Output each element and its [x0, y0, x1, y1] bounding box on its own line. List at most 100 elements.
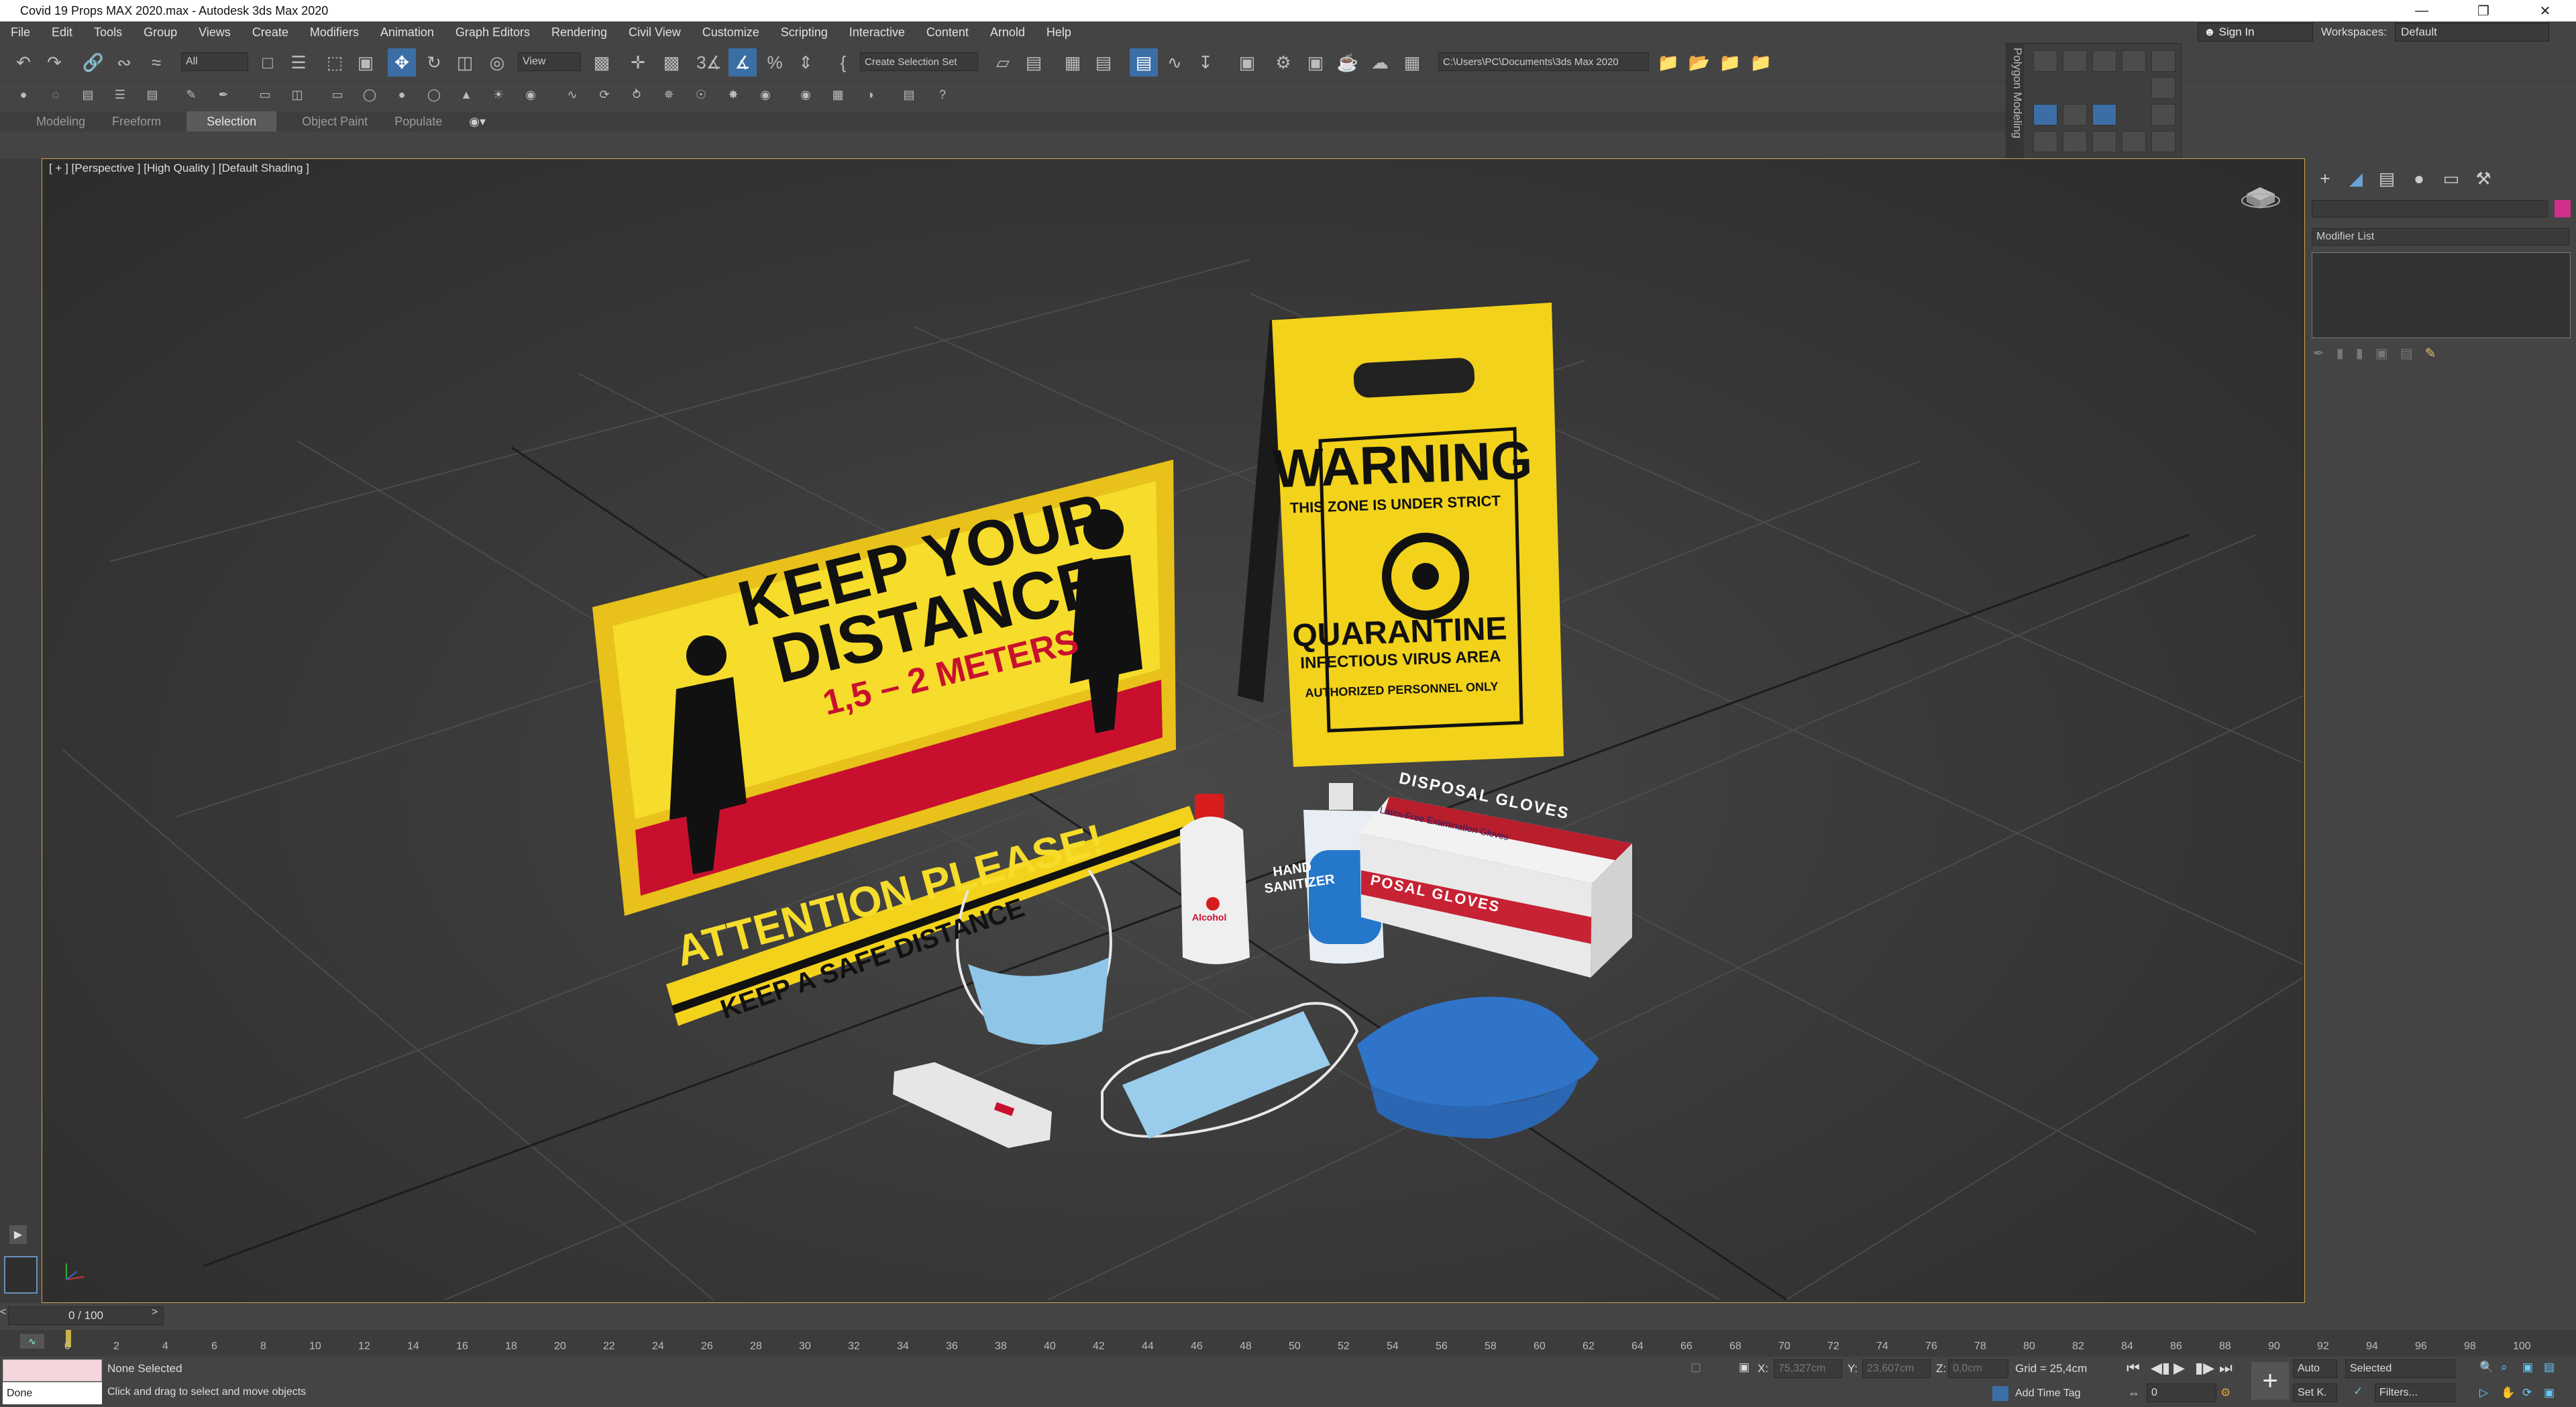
set-key-button[interactable]: Set K. [2293, 1384, 2337, 1402]
stack-icon[interactable]: ▤ [142, 85, 162, 105]
render-in-cloud-icon[interactable]: ☁ [1366, 48, 1394, 76]
rect-icon[interactable]: ▭ [327, 85, 347, 105]
zoom-extents-all-icon[interactable]: ▤ [2544, 1361, 2555, 1374]
poly-tool-10-icon[interactable] [2092, 131, 2116, 152]
goto-start-icon[interactable]: ⏮ [2127, 1359, 2140, 1377]
layer-explorer-icon[interactable]: ▤ [1089, 48, 1118, 76]
poly-tool-7-icon[interactable] [2151, 104, 2176, 125]
reference-coordinate-dropdown[interactable]: View [518, 52, 581, 71]
poly-tool-1-icon[interactable] [2033, 50, 2057, 72]
project-folder-dropdown[interactable]: C:\Users\PC\Documents\3ds Max 2020 [1438, 52, 1649, 71]
schematic-view-icon[interactable]: ↧ [1191, 48, 1220, 76]
poly-tool-12-icon[interactable] [2151, 131, 2176, 152]
pen-icon[interactable]: ✒ [213, 85, 233, 105]
menu-interactive[interactable]: Interactive [839, 25, 916, 40]
torus-icon[interactable]: ◯ [424, 85, 444, 105]
time-next-icon[interactable]: > [152, 1306, 165, 1325]
brush-icon[interactable]: ✎ [181, 85, 201, 105]
selection-filter-dropdown[interactable]: All [181, 52, 248, 71]
tab-populate[interactable]: Populate [381, 111, 455, 132]
sign-in-dropdown[interactable]: ☻ Sign In [2198, 23, 2314, 42]
undo-icon[interactable]: ↶ [9, 48, 38, 76]
bind-spacewarp-icon[interactable]: ≈ [142, 48, 170, 76]
project-settings-icon[interactable]: 📁 [1747, 48, 1775, 76]
time-slider[interactable]: 0 / 100 [8, 1306, 164, 1325]
utilities-tab-icon[interactable]: ⚒ [2470, 166, 2497, 191]
globe-icon[interactable]: ◑ [860, 85, 880, 105]
object-name-field[interactable] [2312, 200, 2548, 217]
snaps-toggle-icon[interactable]: 3∡ [695, 48, 723, 76]
particle-icon[interactable]: ✸ [723, 85, 743, 105]
make-unique-icon[interactable]: ▮ [2356, 345, 2363, 365]
prev-frame-icon[interactable]: ◀▮ [2151, 1359, 2170, 1377]
y-coordinate-field[interactable]: 23,607cm [1862, 1359, 1931, 1378]
perspective-viewport[interactable]: [ + ] [Perspective ] [High Quality ] [De… [42, 158, 2305, 1303]
list-icon[interactable]: ☰ [110, 85, 130, 105]
scene-explorer-icon[interactable]: ▦ [1059, 48, 1087, 76]
tab-freeform[interactable]: Freeform [99, 111, 174, 132]
light-icon[interactable]: ☀ [488, 85, 508, 105]
auto-key-button[interactable]: Auto [2293, 1359, 2337, 1378]
cylinder-icon[interactable]: ◯ [360, 85, 380, 105]
render-production-icon[interactable]: ☕ [1334, 48, 1362, 76]
restore-icon[interactable]: ❐ [2453, 0, 2514, 21]
viewcube-icon[interactable] [2240, 179, 2280, 213]
display-tab-icon[interactable]: ▭ [2438, 166, 2465, 191]
open-folder-icon[interactable]: 📂 [1685, 48, 1713, 76]
maxscript-listener[interactable] [3, 1359, 102, 1382]
ribbon-options-icon[interactable]: ◉▾ [455, 111, 499, 132]
tab-modeling[interactable]: Modeling [23, 111, 99, 132]
configure-sets-icon[interactable]: ▤ [2400, 345, 2413, 365]
camera-target-icon[interactable]: ☉ [691, 85, 711, 105]
redo-icon[interactable]: ↷ [40, 48, 68, 76]
polygon-modeling-tab[interactable]: Polygon Modeling [2006, 44, 2024, 164]
play-icon[interactable]: ▶ [2174, 1359, 2185, 1377]
helix-icon[interactable]: ⟳ [594, 85, 614, 105]
curve-editor-icon[interactable]: ∿ [1161, 48, 1189, 76]
close-icon[interactable]: ✕ [2514, 0, 2576, 21]
geosphere-icon[interactable]: ◉ [521, 85, 541, 105]
show-end-result-icon[interactable]: ▮ [2337, 345, 2344, 365]
percent-snap-icon[interactable]: % [761, 48, 789, 76]
poly-mode-2-icon[interactable] [2063, 104, 2087, 125]
remove-modifier-icon[interactable]: ▣ [2375, 345, 2388, 365]
key-mode-icon[interactable]: ⇔ [2128, 1386, 2140, 1400]
time-config-icon[interactable]: ⚙ [2220, 1386, 2231, 1400]
link-icon[interactable]: 🔗 [79, 48, 107, 76]
isolate-icon[interactable]: ▢ [1690, 1361, 1701, 1374]
poly-tool-3-icon[interactable] [2092, 50, 2116, 72]
next-frame-icon[interactable]: ▮▶ [2195, 1359, 2214, 1377]
poly-tool-11-icon[interactable] [2122, 131, 2146, 152]
pin-stack-icon[interactable]: ✒ [2313, 345, 2324, 365]
toggle-ribbon-icon[interactable]: ▤ [1130, 48, 1158, 76]
hierarchy-tab-icon[interactable]: ▤ [2373, 166, 2400, 191]
set-project-folder-icon[interactable]: 📁 [1654, 48, 1682, 76]
poly-mode-3-icon[interactable] [2092, 104, 2116, 125]
layer-icon[interactable]: ▤ [78, 85, 98, 105]
menu-create[interactable]: Create [241, 25, 299, 40]
goto-end-icon[interactable]: ⏭ [2219, 1359, 2233, 1377]
angle-snap-icon[interactable]: ∡ [729, 48, 757, 76]
align-icon[interactable]: ▤ [1020, 48, 1048, 76]
render-setup-icon[interactable]: ⚙ [1269, 48, 1297, 76]
poly-tool-8-icon[interactable] [2033, 131, 2057, 152]
sphere-icon[interactable]: ● [392, 85, 412, 105]
tab-object-paint[interactable]: Object Paint [288, 111, 381, 132]
compass-icon[interactable]: ✵ [659, 85, 679, 105]
time-tag-icon[interactable] [1992, 1386, 2008, 1401]
current-frame-field[interactable]: 0 [2147, 1384, 2216, 1402]
menu-civil-view[interactable]: Civil View [618, 25, 692, 40]
menu-edit[interactable]: Edit [41, 25, 83, 40]
pivot-center-icon[interactable]: ▩ [588, 48, 616, 76]
freeform-icon[interactable]: ◌ [46, 85, 66, 105]
spinner-snap-icon[interactable]: ⇕ [792, 48, 820, 76]
time-prev-icon[interactable]: < [0, 1306, 8, 1325]
poly-tool-2-icon[interactable] [2063, 50, 2087, 72]
select-object-icon[interactable]: □ [254, 48, 282, 76]
tape-icon[interactable]: ⥁ [627, 85, 647, 105]
absolute-mode-icon[interactable]: ▣ [1739, 1361, 1750, 1374]
rectangular-selection-icon[interactable]: ⬚ [321, 48, 349, 76]
grid-icon[interactable]: ▦ [828, 85, 848, 105]
zoom-icon[interactable]: 🔍 [2479, 1361, 2493, 1374]
viewport-layout-thumbnail[interactable] [4, 1256, 38, 1294]
